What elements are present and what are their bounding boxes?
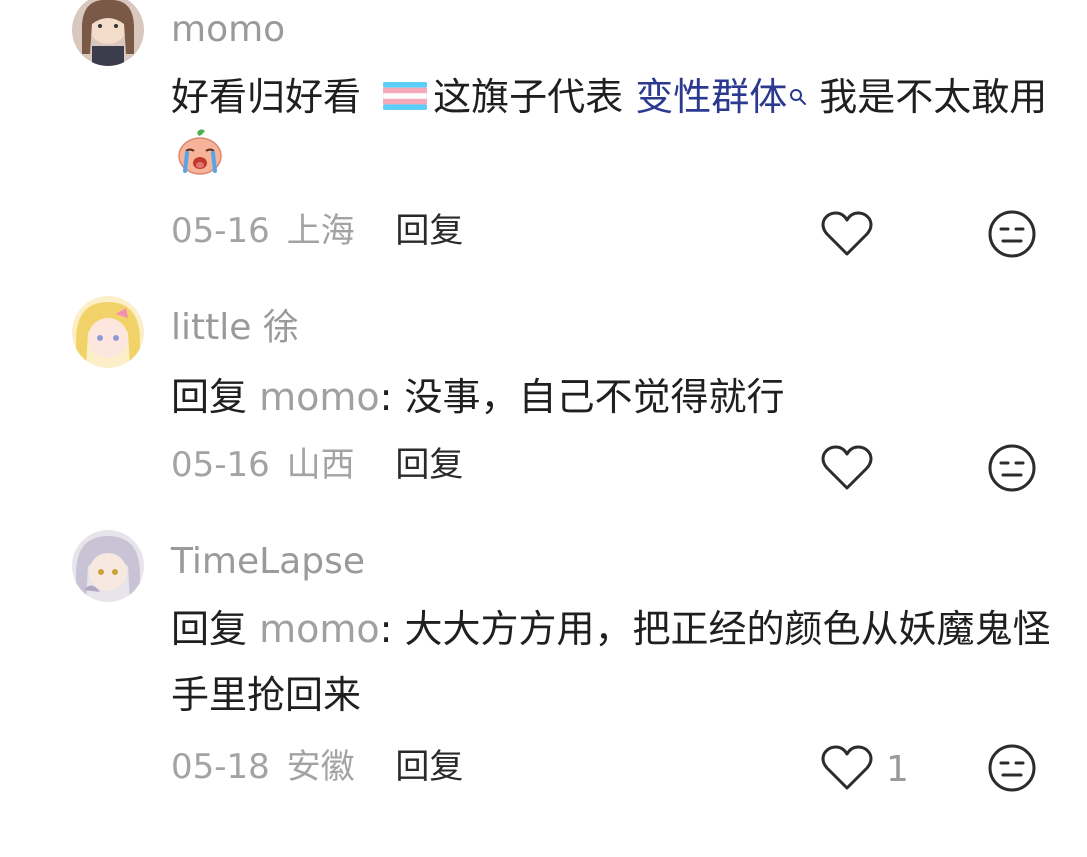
comment-region: 上海 (286, 211, 355, 251)
crying-face-emoji (175, 127, 225, 197)
dislike-button[interactable] (986, 742, 1038, 798)
reply-button[interactable]: 回复 (395, 747, 463, 787)
heart-outline-icon (820, 744, 874, 796)
reply-prefix: 回复 (171, 607, 248, 651)
meh-face-icon (986, 744, 1038, 798)
comment-meta: 05-16 上海 回复 (171, 214, 463, 248)
search-icon (789, 60, 807, 126)
comment-text: 回复 momo: 大大方方用，把正经的颜色从妖魔鬼怪手里抢回来 (171, 596, 1051, 728)
like-button[interactable] (820, 210, 886, 262)
dislike-button[interactable] (986, 208, 1038, 264)
comment-date: 05-16 (171, 445, 270, 485)
like-button[interactable]: 1 (820, 744, 909, 796)
reply-target-username[interactable]: momo (259, 375, 380, 419)
comment-meta: 05-16 山西 回复 (171, 448, 463, 482)
comment-text-part: 好看归好看 (171, 75, 374, 119)
like-count: 1 (886, 749, 909, 790)
heart-outline-icon (820, 210, 874, 262)
heart-outline-icon (820, 444, 874, 496)
reply-button[interactable]: 回复 (395, 211, 463, 251)
comment-text: 回复 momo: 没事，自己不觉得就行 (171, 364, 1051, 430)
avatar[interactable] (72, 530, 144, 602)
reply-prefix: 回复 (171, 375, 248, 419)
reply-separator: : (379, 375, 405, 419)
topic-link[interactable]: 变性群体 (635, 75, 787, 119)
like-button[interactable] (820, 444, 886, 496)
comment-date: 05-18 (171, 747, 270, 787)
transgender-flag-icon (382, 64, 428, 130)
reply-separator: : (379, 607, 405, 651)
avatar[interactable] (72, 0, 144, 66)
meh-face-icon (986, 444, 1038, 498)
comment-date: 05-16 (171, 211, 270, 251)
dislike-button[interactable] (986, 442, 1038, 498)
comment-region: 山西 (286, 445, 355, 485)
meh-face-icon (986, 210, 1038, 264)
avatar[interactable] (72, 296, 144, 368)
reply-target-username[interactable]: momo (259, 607, 380, 651)
comment-region: 安徽 (286, 747, 355, 787)
username[interactable]: TimeLapse (171, 544, 365, 580)
reply-button[interactable]: 回复 (395, 445, 463, 485)
username[interactable]: momo (171, 12, 285, 48)
comment-text: 好看归好看 这旗子代表 变性群体 我是不太敢用 (171, 64, 1051, 203)
comment-text-part: 这旗子代表 (433, 75, 636, 119)
username[interactable]: little 徐 (171, 310, 299, 346)
comment-text-part: 没事，自己不觉得就行 (404, 375, 785, 419)
comment-meta: 05-18 安徽 回复 (171, 750, 463, 784)
comment-text-part: 我是不太敢用 (807, 75, 1048, 119)
